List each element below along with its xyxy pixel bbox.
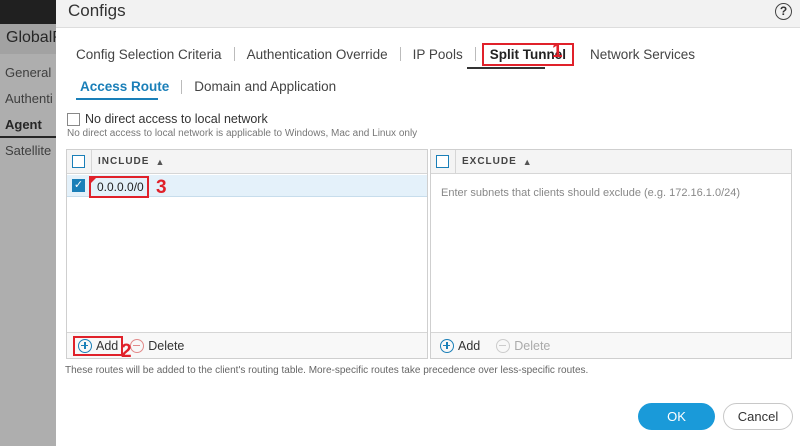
include-panel: INCLUDE ▲ ✓ 0.0.0.0/0 Add Delete: [66, 149, 428, 359]
tab-config-selection-criteria[interactable]: Config Selection Criteria: [70, 47, 228, 62]
edit-marker-icon: [91, 178, 96, 183]
exclude-delete-label: Delete: [514, 338, 551, 353]
exclude-header: EXCLUDE ▲: [431, 149, 791, 174]
subtab-separator: [181, 79, 183, 94]
tab-separator: [233, 47, 235, 61]
active-subtab-underline: [76, 98, 158, 100]
tab-ip-pools[interactable]: IP Pools: [407, 47, 469, 62]
dialog-header: Configs ?: [56, 0, 800, 28]
ok-button[interactable]: OK: [638, 403, 715, 430]
modal-overlay: [0, 0, 60, 446]
tab-separator: [474, 47, 476, 61]
subtab-access-route[interactable]: Access Route: [76, 79, 173, 94]
header-divider: [455, 149, 456, 174]
annotation-2: 2: [121, 341, 132, 362]
dialog-title: Configs: [68, 1, 126, 20]
minus-icon: [496, 338, 511, 353]
exclude-add-label: Add: [458, 338, 481, 353]
no-direct-access-label: No direct access to local network: [85, 112, 268, 126]
help-icon[interactable]: ?: [775, 3, 792, 20]
include-select-all-checkbox[interactable]: [72, 155, 85, 168]
plus-icon: [78, 338, 92, 353]
exclude-panel: EXCLUDE ▲ Enter subnets that clients sho…: [430, 149, 792, 359]
sort-caret-icon[interactable]: ▲: [155, 157, 164, 167]
include-header: INCLUDE ▲: [67, 149, 427, 174]
active-tab-underline: [467, 67, 545, 69]
include-delete-label: Delete: [148, 338, 185, 353]
no-direct-access-row: No direct access to local network: [67, 112, 268, 126]
subtab-domain-and-application[interactable]: Domain and Application: [190, 79, 340, 94]
annotation-3: 3: [156, 177, 167, 198]
background-app: GlobalP General Authenti Agent Satellite: [0, 0, 60, 446]
exclude-placeholder: Enter subnets that clients should exclud…: [441, 187, 741, 199]
tab-separator: [399, 47, 401, 61]
main-tabs: Config Selection Criteria Authentication…: [70, 42, 701, 66]
annotation-1: 1: [552, 41, 563, 62]
cancel-button[interactable]: Cancel: [723, 403, 793, 430]
no-direct-access-checkbox[interactable]: [67, 112, 80, 126]
include-route-cell[interactable]: 0.0.0.0/0: [89, 176, 149, 198]
minus-icon: [130, 338, 145, 353]
exclude-footer: Add Delete: [431, 332, 791, 358]
include-add-button[interactable]: Add: [73, 335, 124, 356]
tab-network-services[interactable]: Network Services: [574, 47, 701, 62]
exclude-column-header[interactable]: EXCLUDE: [462, 156, 517, 167]
exclude-add-button[interactable]: Add: [437, 338, 483, 354]
include-delete-button[interactable]: Delete: [127, 338, 187, 354]
exclude-delete-button[interactable]: Delete: [493, 338, 553, 354]
exclude-select-all-checkbox[interactable]: [436, 155, 449, 168]
header-divider: [91, 149, 92, 174]
sort-caret-icon[interactable]: ▲: [523, 157, 532, 167]
include-add-label: Add: [96, 338, 119, 353]
include-route-value: 0.0.0.0/0: [97, 180, 144, 194]
sub-tabs: Access Route Domain and Application: [76, 79, 340, 94]
row-checkbox-checked[interactable]: ✓: [72, 179, 85, 192]
tab-authentication-override[interactable]: Authentication Override: [241, 47, 394, 62]
no-direct-access-hint: No direct access to local network is app…: [67, 128, 418, 139]
table-row[interactable]: ✓ 0.0.0.0/0: [67, 175, 427, 198]
include-column-header[interactable]: INCLUDE: [98, 156, 149, 167]
routes-note: These routes will be added to the client…: [65, 365, 589, 376]
plus-icon: [440, 338, 454, 353]
configs-dialog: Configs ? Config Selection Criteria Auth…: [56, 0, 800, 446]
